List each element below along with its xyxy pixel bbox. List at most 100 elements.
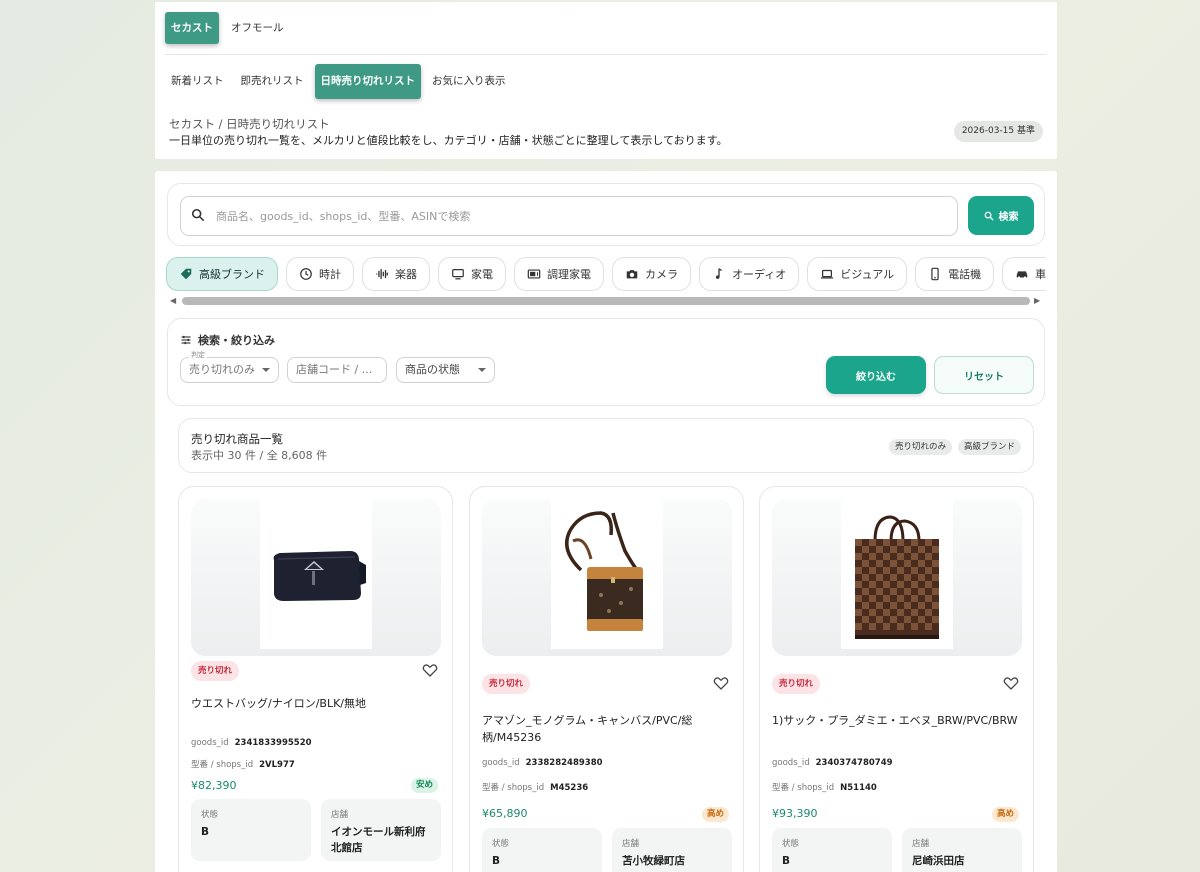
page-description: 一日単位の売り切れ一覧を、メルカリと値段比較をし、カテゴリ・店舗・状態ごとに整理… bbox=[169, 134, 728, 147]
product-image-frame bbox=[772, 499, 1022, 656]
product-card[interactable]: 売り切れ ウエストバッグ/ナイロン/BLK/無地 goods_id 2341833… bbox=[178, 486, 453, 872]
tote-bag-image bbox=[855, 515, 939, 639]
scroll-right-arrow[interactable]: ▶ bbox=[1034, 296, 1040, 305]
product-price: ¥65,890 bbox=[482, 807, 528, 820]
product-image bbox=[841, 499, 953, 649]
car-icon bbox=[1016, 271, 1028, 279]
condition-box: 状態 B bbox=[482, 828, 602, 872]
judgement-value: 売り切れのみ bbox=[189, 363, 255, 376]
store-value: 苫小牧緑町店 bbox=[622, 855, 685, 867]
tabs-divider bbox=[165, 54, 1047, 55]
header-panel: セカスト オフモール 新着リスト 即売れリスト 日時売り切れリスト お気に入り表… bbox=[155, 2, 1057, 159]
store-box: 店舗 イオンモール新利府北館店 bbox=[321, 799, 441, 861]
category-luxury-brand[interactable]: 高級ブランド bbox=[166, 257, 278, 291]
condition-box: 状態 B bbox=[191, 799, 311, 861]
category-phone[interactable]: 電話機 bbox=[915, 257, 995, 291]
chevron-down-icon bbox=[262, 368, 270, 372]
store-code-input[interactable]: 店舗コード / ... bbox=[287, 357, 387, 383]
category-bar: 高級ブランド 時計 楽器 家電 調理家電 カメラ オーディオ ビジュアル 電話機… bbox=[166, 257, 1046, 294]
search-button[interactable]: 検索 bbox=[968, 196, 1034, 235]
category-label: カメラ bbox=[645, 268, 678, 281]
search-card: 検索 bbox=[167, 183, 1045, 246]
search-box bbox=[180, 196, 958, 236]
store-value: イオンモール新利府北館店 bbox=[331, 826, 426, 854]
category-label: 電話機 bbox=[948, 268, 982, 281]
product-title[interactable]: ウエストバッグ/ナイロン/BLK/無地 bbox=[191, 695, 438, 712]
goods-id-label: goods_id bbox=[482, 758, 520, 768]
tab-new-list[interactable]: 新着リスト bbox=[165, 64, 230, 99]
category-car-bike[interactable]: 車・バイク bbox=[1002, 257, 1046, 291]
filter-tag: 高級ブランド bbox=[957, 439, 1021, 455]
goods-id-value: 2340374780749 bbox=[815, 758, 893, 768]
info-row: 状態 B 店舗 苫小牧緑町店 bbox=[482, 828, 732, 872]
product-image bbox=[260, 499, 372, 649]
category-scrollbar[interactable]: ◀ ▶ bbox=[166, 294, 1046, 308]
tab-daily-sold-list[interactable]: 日時売り切れリスト bbox=[314, 64, 421, 99]
sold-badge: 売り切れ bbox=[191, 661, 240, 681]
store-box: 店舗 尼崎浜田店 bbox=[902, 828, 1022, 872]
product-grid: 売り切れ ウエストバッグ/ナイロン/BLK/無地 goods_id 2341833… bbox=[178, 486, 1034, 872]
model-value: N51140 bbox=[840, 783, 877, 793]
price-comparison-badge: 高め bbox=[701, 807, 729, 822]
category-label: 時計 bbox=[319, 268, 341, 281]
category-visual[interactable]: ビジュアル bbox=[807, 257, 908, 291]
laptop-icon bbox=[821, 269, 834, 279]
category-label: 車・バイク bbox=[1035, 268, 1046, 281]
camera-icon bbox=[626, 270, 638, 279]
tab-offmall[interactable]: オフモール bbox=[225, 12, 290, 44]
category-audio[interactable]: オーディオ bbox=[699, 257, 800, 291]
category-appliance[interactable]: 家電 bbox=[438, 257, 506, 291]
category-camera[interactable]: カメラ bbox=[612, 257, 691, 291]
reset-button[interactable]: リセット bbox=[934, 356, 1034, 394]
date-badge: 2026-03-15 基準 bbox=[953, 121, 1043, 142]
condition-label: 状態 bbox=[492, 839, 510, 849]
tab-quick-sold-list[interactable]: 即売れリスト bbox=[235, 64, 310, 99]
goods-id-label: goods_id bbox=[191, 738, 229, 748]
condition-value: B bbox=[492, 855, 501, 867]
heart-icon[interactable] bbox=[422, 662, 438, 678]
music-note-icon bbox=[715, 268, 722, 279]
model-label: 型番 / shops_id bbox=[191, 760, 254, 770]
condition-select[interactable]: 商品の状態 bbox=[396, 357, 495, 383]
condition-label: 状態 bbox=[201, 810, 219, 820]
filter-card: 検索・絞り込み 判定 売り切れのみ 店舗コード / ... 商品の状態 絞り込む… bbox=[167, 318, 1045, 406]
goods-id-row: goods_id 2340374780749 bbox=[772, 758, 893, 768]
store-value: 尼崎浜田店 bbox=[912, 855, 965, 867]
category-label: ビジュアル bbox=[840, 268, 895, 281]
list-title: 売り切れ商品一覧 bbox=[191, 432, 283, 446]
product-title[interactable]: 1)サック・プラ_ダミエ・エベヌ_BRW/PVC/BRW bbox=[772, 712, 1019, 729]
scrollbar-thumb[interactable] bbox=[182, 297, 1030, 305]
scroll-left-arrow[interactable]: ◀ bbox=[170, 296, 176, 305]
model-value: M45236 bbox=[550, 783, 589, 793]
product-image bbox=[551, 499, 663, 649]
goods-id-row: goods_id 2341833995520 bbox=[191, 738, 312, 748]
heart-icon[interactable] bbox=[1003, 675, 1019, 691]
judgement-select[interactable]: 判定 売り切れのみ bbox=[180, 350, 279, 383]
search-input[interactable] bbox=[216, 197, 936, 235]
product-card[interactable]: 売り切れ アマゾン_モノグラム・キャンバス/PVC/総柄/M45236 good… bbox=[469, 486, 744, 872]
price-comparison-badge: 安め bbox=[410, 778, 438, 793]
goods-id-value: 2338282489380 bbox=[525, 758, 603, 768]
tab-sekasuto[interactable]: セカスト bbox=[165, 12, 219, 44]
category-kitchen-appliance[interactable]: 調理家電 bbox=[514, 257, 604, 291]
product-image-frame bbox=[191, 499, 441, 656]
model-row: 型番 / shops_id 2VL977 bbox=[191, 758, 295, 770]
model-label: 型番 / shops_id bbox=[482, 783, 545, 793]
info-row: 状態 B 店舗 イオンモール新利府北館店 bbox=[191, 799, 441, 861]
primary-tabs: セカスト オフモール bbox=[165, 12, 290, 44]
category-instrument[interactable]: 楽器 bbox=[362, 257, 430, 291]
active-filter-tags: 売り切れのみ 高級ブランド bbox=[888, 439, 1021, 455]
crossbody-bag-image bbox=[565, 511, 643, 631]
tab-favorites[interactable]: お気に入り表示 bbox=[426, 64, 512, 99]
apply-filter-button[interactable]: 絞り込む bbox=[826, 356, 926, 394]
category-watch[interactable]: 時計 bbox=[286, 257, 354, 291]
heart-icon[interactable] bbox=[713, 675, 729, 691]
price-comparison-badge: 高め bbox=[991, 807, 1019, 822]
condition-value: B bbox=[782, 855, 791, 867]
breadcrumb: セカスト / 日時売り切れリスト bbox=[169, 117, 330, 131]
sliders-icon bbox=[181, 335, 191, 345]
search-button-label: 検索 bbox=[998, 212, 1019, 223]
product-card[interactable]: 売り切れ 1)サック・プラ_ダミエ・エベヌ_BRW/PVC/BRW goods_… bbox=[759, 486, 1034, 872]
product-title[interactable]: アマゾン_モノグラム・キャンバス/PVC/総柄/M45236 bbox=[482, 712, 729, 746]
search-icon bbox=[984, 211, 993, 220]
